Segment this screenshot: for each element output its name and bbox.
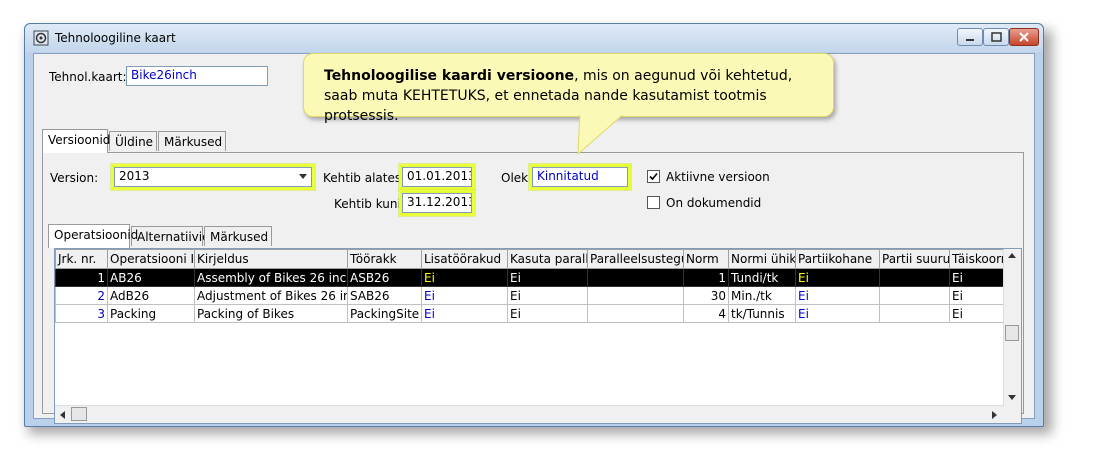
callout-bold-text: Tehnoloogilise kaardi versioone	[324, 68, 575, 84]
card-label: Tehnol.kaart:	[49, 70, 127, 84]
horizontal-scroll-thumb[interactable]	[71, 407, 87, 421]
cell: 3	[55, 304, 108, 323]
cell: tk/Tunnis	[728, 304, 796, 323]
cell: Packing of Bikes	[194, 304, 348, 323]
cell: Tundi/tk	[728, 268, 796, 287]
col-header[interactable]: Töörakk	[347, 249, 422, 269]
cell	[879, 268, 950, 287]
col-header[interactable]: Jrk. nr.	[55, 249, 108, 269]
table-row[interactable]: 2 AdB26 Adjustment of Bikes 26 inch SAB2…	[55, 286, 1021, 305]
cell: AB26	[107, 268, 195, 287]
col-header[interactable]: Kasuta parall.	[507, 249, 588, 269]
outer-tab-bar: Versioonid Üldine Märkused	[42, 129, 342, 153]
tab-alternatiivid[interactable]: Alternatiivid	[131, 226, 210, 246]
checkmark-icon	[649, 172, 658, 181]
cell: AdB26	[107, 286, 195, 305]
cell: Ei	[795, 304, 880, 323]
cell: Ei	[421, 268, 508, 287]
cell: Ei	[421, 304, 508, 323]
close-icon	[1019, 32, 1029, 42]
has-documents-label: On dokumendid	[666, 196, 762, 210]
cell	[587, 286, 684, 305]
close-button[interactable]	[1009, 28, 1039, 46]
chevron-down-icon	[299, 174, 307, 179]
cell	[587, 304, 684, 323]
valid-from-field[interactable]: 01.01.2013	[399, 164, 475, 190]
col-header[interactable]: Partii suurus	[879, 249, 950, 269]
cell: Ei	[507, 286, 588, 305]
col-header[interactable]: Norm	[683, 249, 729, 269]
cell: 1	[683, 268, 729, 287]
state-field[interactable]: Kinnitatud	[529, 164, 631, 190]
state-label: Olek:	[501, 171, 533, 185]
cell: Ei	[421, 286, 508, 305]
cell: ASB26	[347, 268, 422, 287]
col-header[interactable]: Paralleelsustegur	[587, 249, 684, 269]
scroll-left-icon	[60, 411, 65, 419]
cell: PackingSite	[347, 304, 422, 323]
window-title: Tehnoloogiline kaart	[55, 31, 176, 45]
tab-versioonid[interactable]: Versioonid	[42, 129, 110, 153]
col-header[interactable]: Lisatöörakud	[421, 249, 508, 269]
cell: 30	[683, 286, 729, 305]
cell: Assembly of Bikes 26 inch	[194, 268, 348, 287]
version-select[interactable]: 2013	[111, 164, 315, 190]
scroll-right-icon	[992, 411, 997, 419]
minimize-button[interactable]	[957, 28, 983, 46]
scroll-up-icon	[1008, 253, 1016, 258]
cell: 4	[683, 304, 729, 323]
cell: SAB26	[347, 286, 422, 305]
tab-markused-inner[interactable]: Märkused	[204, 226, 272, 246]
cell	[879, 304, 950, 323]
has-documents-checkbox[interactable]	[647, 196, 660, 209]
valid-from-label: Kehtib alates:	[323, 171, 406, 185]
callout-annotation: Tehnoloogilise kaardi versioone, mis on …	[303, 53, 834, 124]
grid-header-row: Jrk. nr. Operatsiooni ID Kirjeldus Tööra…	[55, 249, 1021, 269]
tab-markused[interactable]: Märkused	[158, 131, 226, 151]
table-row[interactable]: 1 AB26 Assembly of Bikes 26 inch ASB26 E…	[55, 268, 1021, 287]
vertical-scroll-thumb[interactable]	[1005, 325, 1019, 341]
cell: Ei	[795, 286, 880, 305]
title-bar[interactable]: Tehnoloogiline kaart	[25, 24, 1043, 52]
active-version-checkbox[interactable]	[647, 170, 660, 183]
table-row[interactable]: 3 Packing Packing of Bikes PackingSite E…	[55, 304, 1021, 323]
vertical-scrollbar[interactable]	[1003, 249, 1021, 423]
cell: Ei	[507, 268, 588, 287]
app-icon	[33, 30, 49, 46]
cell: Packing	[107, 304, 195, 323]
col-header[interactable]: Partiikohane	[795, 249, 880, 269]
tab-operatsioonid[interactable]: Operatsioonid	[48, 224, 138, 248]
version-label: Version:	[50, 171, 99, 185]
cell: Adjustment of Bikes 26 inch	[194, 286, 348, 305]
col-header[interactable]: Normi ühik	[728, 249, 796, 269]
callout-pointer	[577, 112, 627, 156]
valid-to-label: Kehtib kuni:	[334, 197, 405, 211]
cell: Ei	[507, 304, 588, 323]
scroll-down-icon	[1008, 395, 1016, 400]
minimize-icon	[966, 39, 974, 41]
card-field[interactable]: Bike26inch	[126, 66, 268, 86]
tab-uldine[interactable]: Üldine	[109, 131, 157, 151]
cell: Ei	[795, 268, 880, 287]
maximize-icon	[991, 32, 1002, 42]
active-version-label: Aktiivne versioon	[666, 170, 770, 184]
col-header[interactable]: Operatsiooni ID	[107, 249, 195, 269]
operations-grid[interactable]: Jrk. nr. Operatsiooni ID Kirjeldus Tööra…	[54, 248, 1022, 424]
operations-table: Jrk. nr. Operatsiooni ID Kirjeldus Tööra…	[55, 249, 1021, 323]
cell	[587, 268, 684, 287]
inner-tab-bar: Operatsioonid Alternatiivid Märkused	[48, 224, 348, 248]
valid-to-field[interactable]: 31.12.2013	[399, 190, 475, 216]
cell	[879, 286, 950, 305]
cell: 2	[55, 286, 108, 305]
cell: Min./tk	[728, 286, 796, 305]
col-header[interactable]: Kirjeldus	[194, 249, 348, 269]
cell: 1	[55, 268, 108, 287]
maximize-button[interactable]	[983, 28, 1009, 46]
horizontal-scrollbar[interactable]	[55, 405, 1004, 423]
version-select-value: 2013	[119, 169, 150, 183]
